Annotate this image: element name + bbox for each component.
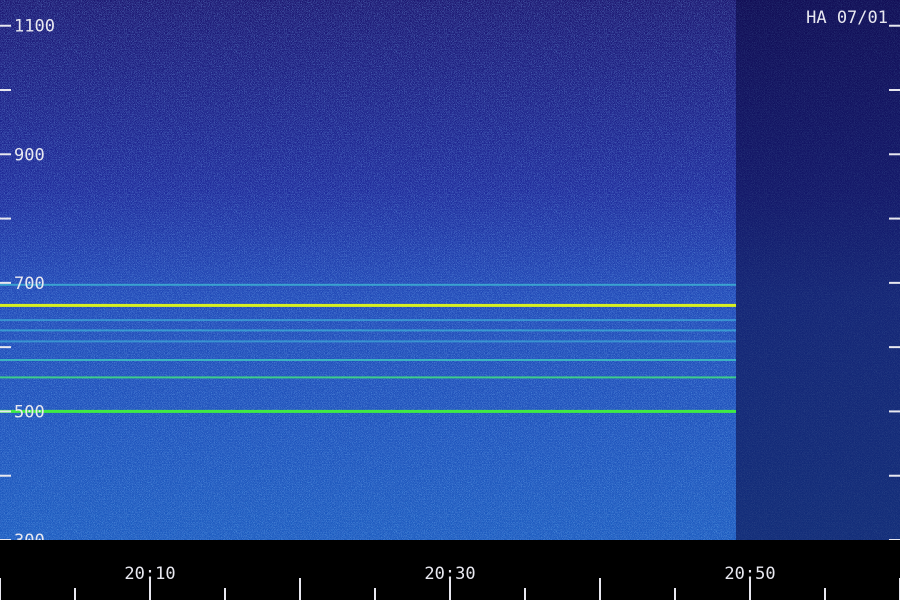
x-tick-label-20:50: 20:50 [724, 564, 775, 584]
y-tick-label-500: 500 [14, 402, 45, 422]
frequency-band-500 [0, 409, 736, 413]
plot-area [0, 0, 900, 540]
y-tick-label-700: 700 [14, 274, 45, 294]
x-axis: 20:10 20:30 20:50 [0, 540, 900, 600]
frequency-band-580 [0, 359, 736, 361]
frequency-band-642 [0, 319, 736, 322]
x-tick-label-20:10: 20:10 [124, 564, 175, 584]
post-signal-region [736, 0, 900, 540]
y-tick-label-900: 900 [14, 145, 45, 165]
frequency-band-553 [0, 376, 736, 379]
station-label: HA 07/01 [806, 8, 888, 28]
frequency-band-697 [0, 283, 736, 286]
frequency-band-609 [0, 340, 736, 343]
frequency-band-665 [0, 303, 736, 307]
x-tick-label-20:30: 20:30 [424, 564, 475, 584]
frequency-band-626 [0, 329, 736, 332]
spectrogram-chart: 3005007009001100 20:1020:3020:50 HA 07/0… [0, 0, 900, 600]
y-tick-label-1100: 1100 [14, 17, 55, 37]
